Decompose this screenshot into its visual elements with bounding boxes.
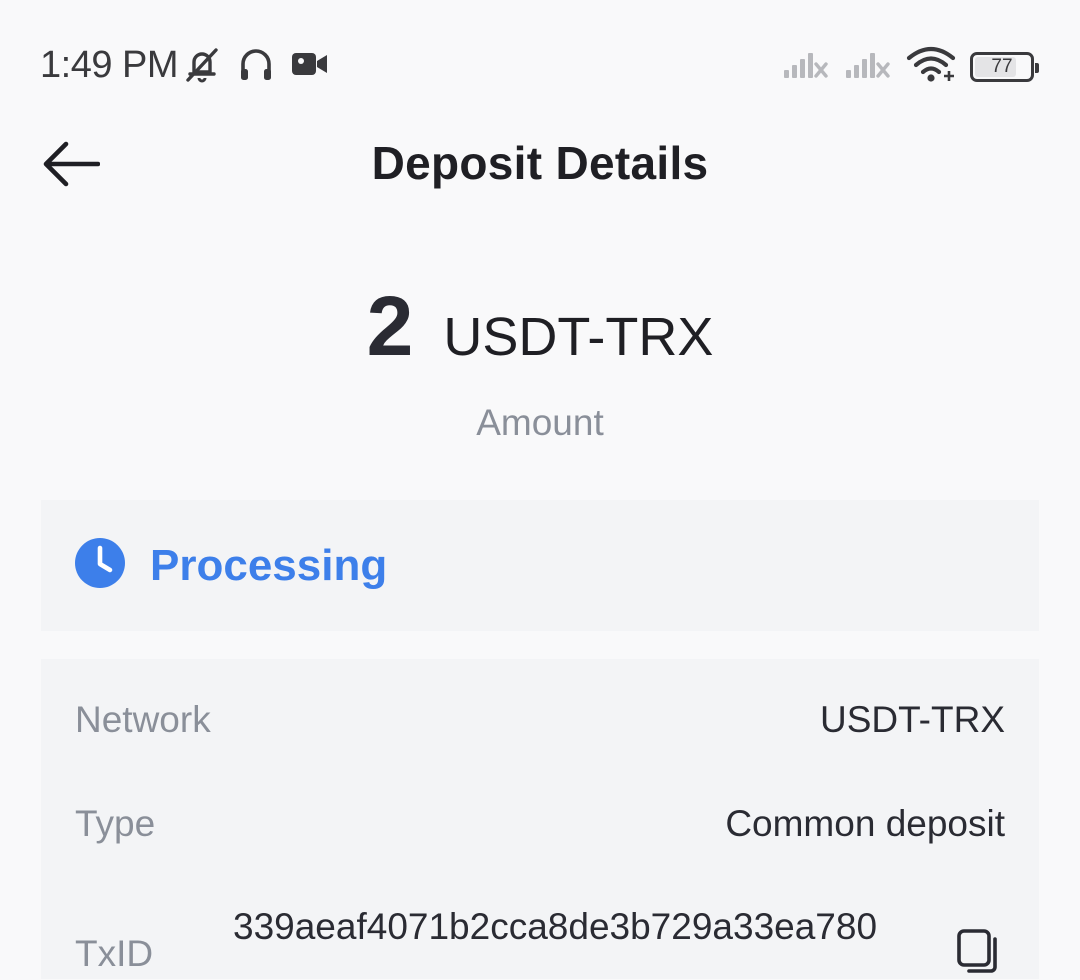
bell-muted-icon <box>182 44 222 89</box>
status-left-icons <box>182 44 330 89</box>
copy-button[interactable] <box>955 925 1005 975</box>
detail-row-network: Network USDT-TRX <box>75 699 1005 741</box>
detail-row-type: Type Common deposit <box>75 803 1005 845</box>
amount-block: 2 USDT-TRX Amount <box>0 284 1080 444</box>
amount-unit: USDT-TRX <box>443 307 714 367</box>
header: Deposit Details <box>0 120 1080 210</box>
video-camera-icon <box>290 44 330 89</box>
clock-icon <box>74 537 126 594</box>
status-right-icons: 77 <box>782 44 1039 89</box>
status-text: Processing <box>150 540 388 590</box>
network-value: USDT-TRX <box>820 699 1005 740</box>
network-label: Network <box>75 699 211 740</box>
status-card: Processing <box>41 500 1039 631</box>
status-time: 1:49 PM <box>40 44 179 86</box>
wifi-icon <box>906 44 956 89</box>
battery-indicator: 77 <box>970 51 1039 82</box>
details-card: Network USDT-TRX Type Common deposit TxI… <box>41 659 1039 979</box>
battery-percent: 77 <box>991 56 1013 77</box>
headphones-icon <box>236 44 276 89</box>
page-title: Deposit Details <box>371 137 709 189</box>
status-bar: 1:49 PM 77 <box>0 0 1080 120</box>
type-value: Common deposit <box>725 803 1005 844</box>
txid-label: TxID <box>75 933 154 974</box>
amount-line: 2 USDT-TRX <box>0 284 1080 368</box>
signal-no-service-icon <box>844 46 892 87</box>
signal-no-service-icon <box>782 46 830 87</box>
amount-label: Amount <box>476 402 604 443</box>
copy-icon <box>957 929 997 973</box>
type-label: Type <box>75 803 156 844</box>
amount-value: 2 <box>366 279 414 373</box>
txid-value[interactable]: 339aeaf4071b2cca8de3b729a33ea780 <box>233 905 933 949</box>
